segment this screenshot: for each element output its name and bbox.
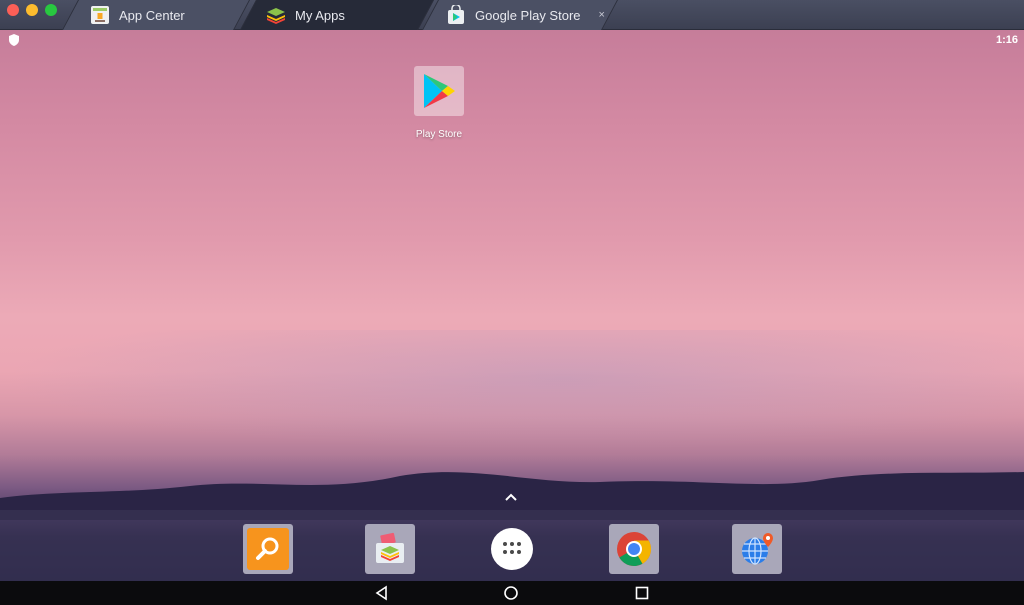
shield-icon <box>9 34 19 46</box>
app-center-icon <box>91 6 109 24</box>
close-tab-button[interactable]: × <box>599 9 605 21</box>
dock-item-app-store[interactable] <box>365 524 415 574</box>
play-store-tile[interactable] <box>414 66 464 116</box>
back-icon[interactable] <box>374 585 390 601</box>
home-app-label: Play Store <box>415 129 463 140</box>
chrome-icon <box>617 532 651 566</box>
chevron-up-icon[interactable] <box>504 492 518 502</box>
app-drawer-button[interactable] <box>487 524 537 574</box>
zoom-window-button[interactable] <box>45 4 57 16</box>
window-tab-bar: App Center My Apps Google Play Store × <box>0 0 1024 30</box>
tab-my-apps[interactable]: My Apps <box>240 0 434 30</box>
tab-label: Google Play Store <box>475 7 581 23</box>
dock-item-browser[interactable] <box>732 524 782 574</box>
minimize-window-button[interactable] <box>26 4 38 16</box>
tab-google-play-store[interactable]: Google Play Store × <box>422 0 618 30</box>
globe-location-icon <box>742 533 773 565</box>
home-app-play-store[interactable]: Play Store <box>404 66 474 140</box>
dock <box>0 510 1024 581</box>
play-store-bag-icon <box>448 5 464 24</box>
home-icon[interactable] <box>503 585 519 601</box>
close-window-button[interactable] <box>7 4 19 16</box>
play-store-icon <box>424 74 455 108</box>
app-drawer-icon <box>491 528 533 570</box>
wallpaper-haze <box>0 330 1024 450</box>
tab-label: App Center <box>119 7 185 23</box>
search-icon <box>247 528 289 570</box>
android-nav-bar <box>0 581 1024 605</box>
dock-item-search[interactable] <box>243 524 293 574</box>
status-time: 1:16 <box>995 34 1018 46</box>
app-store-bag-icon <box>376 532 404 563</box>
tab-app-center[interactable]: App Center <box>62 0 250 30</box>
android-home-screen: 1:16 Play Store <box>0 30 1024 581</box>
dock-item-chrome[interactable] <box>609 524 659 574</box>
tab-label: My Apps <box>295 7 345 23</box>
bluestacks-layers-icon <box>267 8 285 24</box>
recents-icon[interactable] <box>634 585 650 601</box>
